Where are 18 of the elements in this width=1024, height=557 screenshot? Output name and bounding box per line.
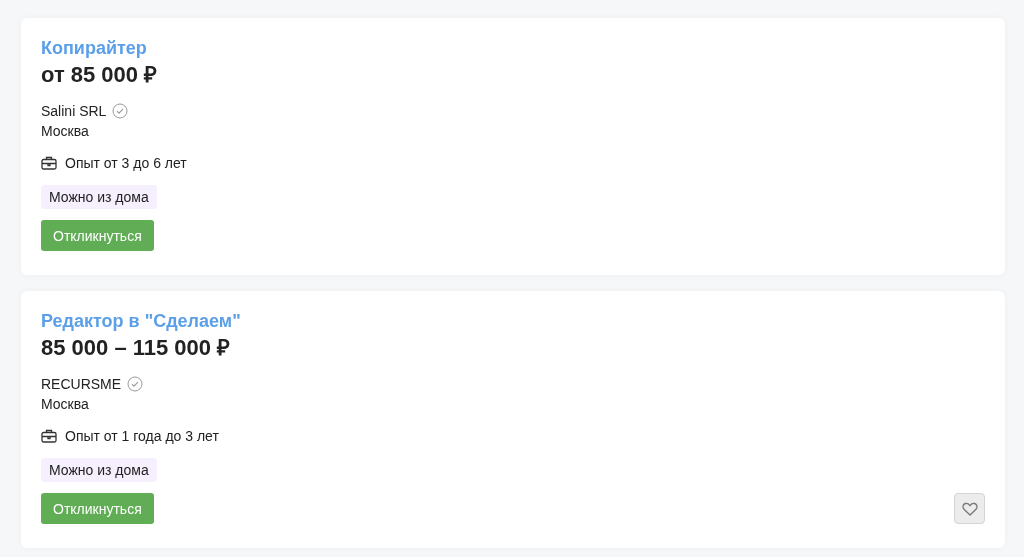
company-name[interactable]: RECURSME <box>41 374 122 394</box>
favorite-button[interactable] <box>954 493 985 524</box>
heart-icon <box>961 501 978 516</box>
vacancy-title[interactable]: Редактор в "Сделаем" <box>41 310 241 332</box>
salary: 85 000 – 115 000 ₽ <box>41 334 231 362</box>
respond-button[interactable]: Откликнуться <box>41 493 154 524</box>
remote-work-tag: Можно из дома <box>41 458 157 482</box>
remote-work-tag: Можно из дома <box>41 185 157 209</box>
respond-button[interactable]: Откликнуться <box>41 220 154 251</box>
salary: от 85 000 ₽ <box>41 61 158 89</box>
city: Москва <box>41 122 89 141</box>
experience: Опыт от 3 до 6 лет <box>65 154 187 173</box>
briefcase-icon <box>41 156 57 170</box>
briefcase-icon <box>41 429 57 443</box>
vacancy-title[interactable]: Копирайтер <box>41 37 147 59</box>
experience: Опыт от 1 года до 3 лет <box>65 427 219 446</box>
company-name[interactable]: Salini SRL <box>41 101 107 121</box>
city: Москва <box>41 395 89 414</box>
